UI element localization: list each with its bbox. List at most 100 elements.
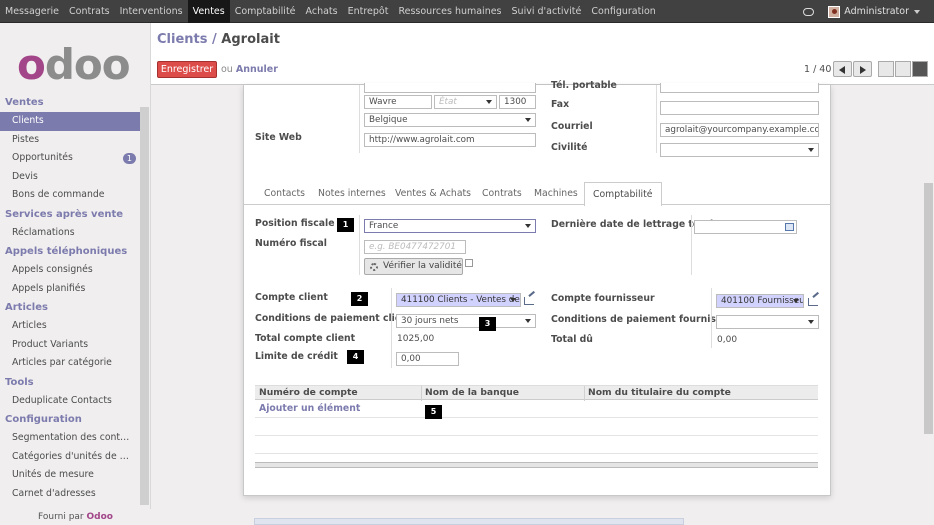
sidebar-item-appels-consignes[interactable]: Appels consignés xyxy=(0,261,140,280)
menu-messagerie[interactable]: Messagerie xyxy=(0,0,64,23)
menu-contrats[interactable]: Contrats xyxy=(64,0,115,23)
tab-notes-internes[interactable]: Notes internes xyxy=(318,188,386,199)
menu-interventions[interactable]: Interventions xyxy=(115,0,188,23)
menu-configuration[interactable]: Configuration xyxy=(586,0,660,23)
sidebar-item-categories-unites[interactable]: Catégories d'unités de … xyxy=(0,448,140,467)
breadcrumb: Clients / Agrolait xyxy=(157,32,280,47)
vat-label: Numéro fiscal xyxy=(255,238,327,249)
table-row xyxy=(255,418,818,436)
supplier-payment-terms-field[interactable] xyxy=(716,315,819,329)
user-menu[interactable]: Administrator xyxy=(844,6,909,17)
arrow-left-icon xyxy=(839,66,845,74)
sidebar-item-deduplicate-contacts[interactable]: Deduplicate Contacts xyxy=(0,392,140,411)
chatter-strip xyxy=(254,518,684,525)
sidebar-item-segmentation[interactable]: Segmentation des cont… xyxy=(0,429,140,448)
sidebar-item-unites-de-mesure[interactable]: Unités de mesure xyxy=(0,466,140,485)
main-scrollbar[interactable] xyxy=(924,183,933,434)
form-view-button[interactable] xyxy=(912,61,928,77)
sidebar-item-reclamations[interactable]: Réclamations xyxy=(0,224,140,243)
odoo-logo[interactable]: odoo xyxy=(17,40,131,89)
menu-ventes[interactable]: Ventes xyxy=(187,0,230,23)
title-field[interactable] xyxy=(660,143,819,157)
divider xyxy=(421,386,422,401)
country-field[interactable]: Belgique xyxy=(364,113,536,127)
divider xyxy=(584,386,585,401)
menu-achats[interactable]: Achats xyxy=(301,0,343,23)
sidebar-item-appels-planifies[interactable]: Appels planifiés xyxy=(0,280,140,299)
save-button[interactable]: Enregistrer xyxy=(157,61,217,78)
sidebar-section-articles: Articles xyxy=(5,302,48,313)
main-menu: Messagerie Contrats Interventions Ventes… xyxy=(0,0,661,23)
mobile-field[interactable] xyxy=(660,83,819,93)
total-receivable-label: Total compte client xyxy=(255,333,356,344)
sidebar-section-ventes: Ventes xyxy=(5,97,44,108)
fax-field[interactable] xyxy=(660,101,819,115)
breadcrumb-current: Agrolait xyxy=(221,32,280,47)
zip-field[interactable]: 1300 xyxy=(499,95,536,109)
menu-entrepot[interactable]: Entrepôt xyxy=(343,0,394,23)
sidebar-item-carnet-adresses[interactable]: Carnet d'adresses xyxy=(0,485,140,504)
tab-ventes-achats[interactable]: Ventes & Achats xyxy=(395,188,471,199)
menu-comptabilite[interactable]: Comptabilité xyxy=(230,0,301,23)
table-header: Numéro de compte Nom de la banque Nom du… xyxy=(255,385,818,401)
sidebar-item-pistes[interactable]: Pistes xyxy=(0,131,140,150)
vat-field[interactable]: e.g. BE0477472701 xyxy=(364,240,466,254)
tab-contrats[interactable]: Contrats xyxy=(482,188,522,199)
state-field[interactable]: État xyxy=(434,95,497,109)
tab-machines[interactable]: Machines xyxy=(534,188,578,199)
divider xyxy=(691,215,692,275)
pager-previous-button[interactable] xyxy=(833,61,852,77)
sidebar-section-appels: Appels téléphoniques xyxy=(5,246,128,257)
kanban-view-button[interactable] xyxy=(878,61,894,77)
col-bank-name[interactable]: Nom de la banque xyxy=(425,387,519,398)
tab-comptabilite[interactable]: Comptabilité xyxy=(584,182,662,206)
sidebar-item-articles-par-categorie[interactable]: Articles par catégorie xyxy=(0,354,140,373)
col-account-holder[interactable]: Nom du titulaire du compte xyxy=(588,387,731,398)
email-label: Courriel xyxy=(551,121,593,132)
pager-next-button[interactable] xyxy=(853,61,872,77)
marker-3: 3 xyxy=(479,317,496,331)
menu-suivi-activite[interactable]: Suivi d'activité xyxy=(507,0,587,23)
vat-subjected-checkbox[interactable] xyxy=(465,259,473,267)
calendar-icon[interactable] xyxy=(785,223,794,231)
table-row xyxy=(255,436,818,454)
check-vat-button[interactable]: Vérifier la validité xyxy=(364,258,463,275)
fiscal-position-label: Position fiscale xyxy=(255,218,335,229)
website-field[interactable]: http://www.agrolait.com xyxy=(364,133,536,147)
sidebar-scrollbar[interactable] xyxy=(140,107,149,505)
pager-value: 1 / 40 xyxy=(804,64,832,75)
payable-account-field[interactable]: 401100 Fournisseu xyxy=(716,294,804,308)
email-field[interactable]: agrolait@yourcompany.example.com xyxy=(660,123,819,137)
sidebar-item-devis[interactable]: Devis xyxy=(0,168,140,187)
customer-payment-terms-field[interactable]: 30 jours nets xyxy=(396,314,536,328)
count-badge: 1 xyxy=(122,153,136,164)
sidebar-item-articles[interactable]: Articles xyxy=(0,317,140,336)
total-receivable-value: 1025,00 xyxy=(397,334,435,344)
breadcrumb-clients[interactable]: Clients xyxy=(157,32,207,47)
control-panel: Clients / Agrolait Enregistrer ou Annule… xyxy=(151,23,934,85)
tab-contacts[interactable]: Contacts xyxy=(264,188,305,199)
col-account-number[interactable]: Numéro de compte xyxy=(259,387,358,398)
website-label: Site Web xyxy=(255,132,302,143)
credit-limit-field[interactable]: 0,00 xyxy=(396,352,459,366)
divider xyxy=(359,85,360,153)
sidebar-item-opportunites[interactable]: Opportunités 1 xyxy=(0,149,140,168)
external-link-icon[interactable] xyxy=(524,297,534,305)
sidebar-section-configuration: Configuration xyxy=(5,414,82,425)
last-reconcile-field[interactable] xyxy=(694,220,797,234)
add-item-link[interactable]: Ajouter un élément xyxy=(259,403,360,414)
sidebar-section-sav: Services après vente xyxy=(5,208,124,220)
list-view-button[interactable] xyxy=(895,61,911,77)
menu-ressources-humaines[interactable]: Ressources humaines xyxy=(393,0,506,23)
city-field[interactable]: Wavre xyxy=(364,95,432,109)
sidebar-item-clients[interactable]: Clients xyxy=(0,112,140,131)
cancel-button[interactable]: Annuler xyxy=(236,64,278,75)
fiscal-position-field[interactable]: France xyxy=(364,219,536,233)
street2-field[interactable] xyxy=(364,83,536,93)
receivable-account-field[interactable]: 411100 Clients - Ventes de l xyxy=(396,293,521,307)
avatar xyxy=(828,5,841,18)
sidebar-item-product-variants[interactable]: Product Variants xyxy=(0,336,140,355)
external-link-icon[interactable] xyxy=(808,298,818,306)
chat-icon[interactable] xyxy=(803,7,815,16)
sidebar-item-bons-de-commande[interactable]: Bons de commande xyxy=(0,186,140,205)
